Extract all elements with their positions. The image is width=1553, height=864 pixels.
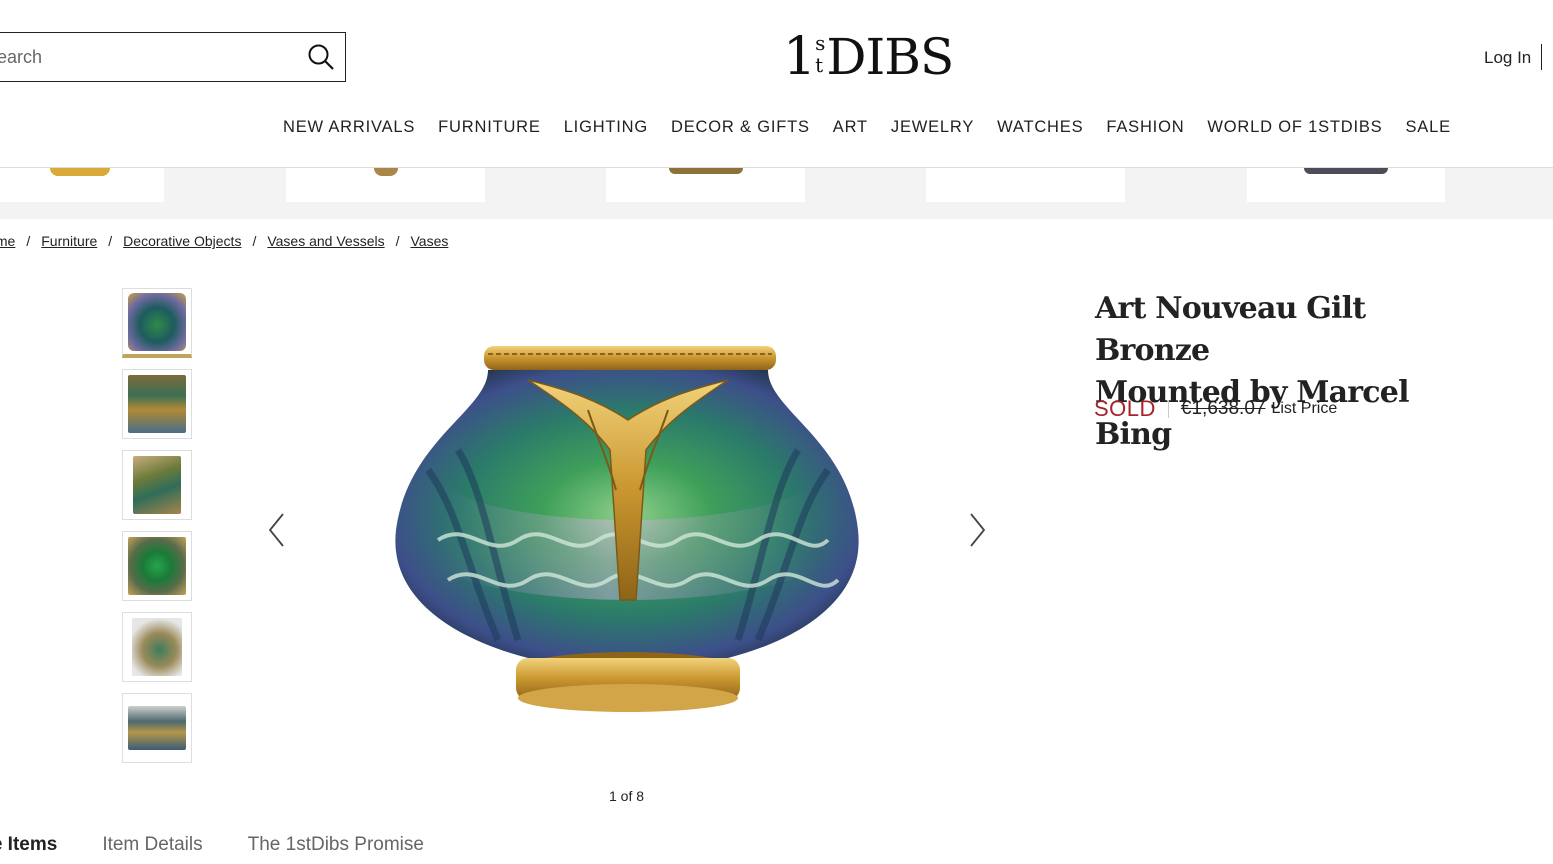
related-item-image [50,168,110,176]
tab-more-items[interactable]: More Items [0,834,57,856]
thumbnail-list [122,288,192,774]
related-item-image [373,168,398,176]
breadcrumb: Home / Furniture / Decorative Objects / … [0,233,448,249]
nav-fashion[interactable]: FASHION [1106,118,1184,137]
related-item-card[interactable] [926,168,1125,202]
nav-jewelry[interactable]: JEWELRY [891,118,974,137]
product-tabs: More Items Item Details The 1stDibs Prom… [0,834,469,856]
logo-wordmark: DIBS [826,28,954,86]
price-row: SOLD €1,638.07 List Price [1094,396,1337,422]
chevron-right-icon[interactable] [966,512,988,548]
nav-art[interactable]: ART [833,118,868,137]
thumbnail-image [132,618,182,676]
logo-sup-bottom: t [815,53,823,77]
nav-furniture[interactable]: FURNITURE [438,118,541,137]
breadcrumb-separator: / [108,233,113,249]
breadcrumb-decorative-objects[interactable]: Decorative Objects [123,233,241,249]
thumbnail-1[interactable] [122,288,192,358]
search-icon[interactable] [307,43,335,71]
nav-world-of-1stdibs[interactable]: WORLD OF 1STDIBS [1207,118,1382,137]
thumbnail-image [128,537,186,595]
breadcrumb-home[interactable]: Home [0,233,15,249]
thumbnail-2[interactable] [122,369,192,439]
thumbnail-image [128,706,186,750]
thumbnail-3[interactable] [122,450,192,520]
site-header: 1 s t DIBS Log In NEW ARRIVALS FURNITURE… [0,0,1553,168]
thumbnail-image [128,375,186,433]
search-input[interactable] [0,37,289,77]
thumbnail-image [133,456,181,514]
price-divider [1167,400,1169,418]
chevron-left-icon[interactable] [266,512,288,548]
image-counter: 1 of 8 [609,788,645,804]
logo-sup-top: s [815,31,825,55]
list-price: €1,638.07 [1180,398,1266,419]
nav-lighting[interactable]: LIGHTING [564,118,648,137]
breadcrumb-separator: / [26,233,31,249]
breadcrumb-furniture[interactable]: Furniture [41,233,97,249]
related-item-card[interactable] [0,168,164,202]
search-box[interactable] [0,32,346,82]
thumbnail-image [128,292,186,351]
breadcrumb-separator: / [252,233,257,249]
breadcrumb-separator: / [395,233,400,249]
logo-digit: 1 [783,27,816,87]
breadcrumb-vases-and-vessels[interactable]: Vases and Vessels [267,233,384,249]
related-item-card[interactable] [286,168,485,202]
main-nav: NEW ARRIVALS FURNITURE LIGHTING DECOR & … [283,118,1474,137]
logo-superscript: s t [815,31,825,77]
header-divider [1541,44,1542,70]
sold-status: SOLD [1094,396,1156,421]
related-item-card[interactable] [606,168,805,202]
related-item-image [1304,168,1388,174]
thumbnail-4[interactable] [122,531,192,601]
tab-1stdibs-promise[interactable]: The 1stDibs Promise [248,834,424,856]
nav-decor-gifts[interactable]: DECOR & GIFTS [671,118,810,137]
product-title-line-1: Art Nouveau Gilt Bronze [1095,291,1366,368]
login-link[interactable]: Log In [1484,48,1531,68]
product-main-image[interactable] [388,340,866,720]
nav-new-arrivals[interactable]: NEW ARRIVALS [283,118,415,137]
site-logo[interactable]: 1 s t DIBS [783,26,954,88]
thumbnail-5[interactable] [122,612,192,682]
product-title: Art Nouveau Gilt Bronze Mounted by Marce… [1095,288,1475,456]
nav-watches[interactable]: WATCHES [997,118,1083,137]
related-item-card[interactable] [1247,168,1445,202]
breadcrumb-vases[interactable]: Vases [411,233,449,249]
tab-item-details[interactable]: Item Details [102,834,202,856]
related-items-strip [0,168,1553,219]
list-price-label: List Price [1271,400,1338,417]
thumbnail-6[interactable] [122,693,192,763]
nav-sale[interactable]: SALE [1406,118,1451,137]
related-item-image [668,168,743,174]
